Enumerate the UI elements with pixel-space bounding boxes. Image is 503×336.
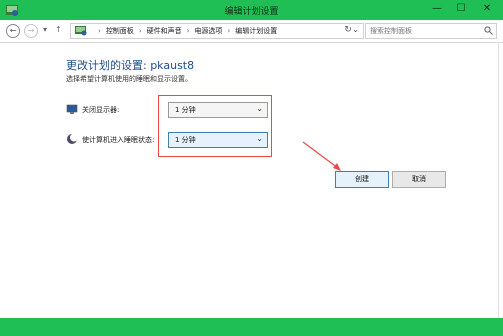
- refresh-icon[interactable]: ↻: [342, 24, 354, 36]
- breadcrumb: › 控制面板 › 硬件和声音 › 电源选项 › 编辑计划设置: [93, 26, 277, 36]
- window-bottom-border: [0, 318, 503, 336]
- page-title: 更改计划的设置: pkaust8: [66, 59, 195, 72]
- search-input[interactable]: [370, 25, 478, 36]
- control-panel-icon: [75, 26, 87, 36]
- monitor-icon: [66, 104, 78, 114]
- create-button[interactable]: 创建: [335, 171, 389, 188]
- forward-button[interactable]: →: [24, 24, 38, 38]
- setting-label: 关闭显示器:: [82, 106, 120, 114]
- address-bar[interactable]: › 控制面板 › 硬件和声音 › 电源选项 › 编辑计划设置 ⌄: [70, 23, 364, 39]
- search-icon[interactable]: [484, 26, 493, 35]
- breadcrumb-separator[interactable]: ›: [227, 27, 230, 35]
- search-box[interactable]: [365, 23, 497, 39]
- breadcrumb-separator[interactable]: ›: [139, 27, 142, 35]
- close-button[interactable]: ✕: [474, 2, 500, 16]
- setting-label: 使计算机进入睡眠状态:: [82, 136, 155, 144]
- page-description: 选择希望计算机使用的睡眠和显示设置。: [66, 75, 192, 83]
- navigation-bar: ← → ▾ ↑ › 控制面板 › 硬件和声音 › 电源选项 › 编辑计划设置 ⌄ ↻: [0, 20, 503, 43]
- breadcrumb-separator[interactable]: ›: [187, 27, 190, 35]
- title-bar: 编辑计划设置 — ☐ ✕: [0, 0, 503, 20]
- breadcrumb-item-hardware-sound[interactable]: 硬件和声音: [147, 27, 182, 35]
- breadcrumb-item-control-panel[interactable]: 控制面板: [106, 27, 134, 35]
- divider: [498, 42, 499, 318]
- maximize-button[interactable]: ☐: [452, 2, 470, 16]
- minimize-button[interactable]: —: [428, 2, 446, 16]
- moon-icon: [67, 133, 78, 144]
- recent-pages-dropdown[interactable]: ▾: [43, 25, 47, 34]
- back-button[interactable]: ←: [6, 24, 20, 38]
- up-button[interactable]: ↑: [55, 25, 62, 34]
- cancel-button[interactable]: 取消: [392, 171, 446, 188]
- annotation-arrow: [302, 141, 341, 171]
- breadcrumb-item-edit-plan[interactable]: 编辑计划设置: [235, 27, 277, 35]
- annotation-highlight-box: [158, 95, 272, 157]
- breadcrumb-item-power-options[interactable]: 电源选项: [194, 27, 222, 35]
- breadcrumb-separator: ›: [98, 27, 101, 35]
